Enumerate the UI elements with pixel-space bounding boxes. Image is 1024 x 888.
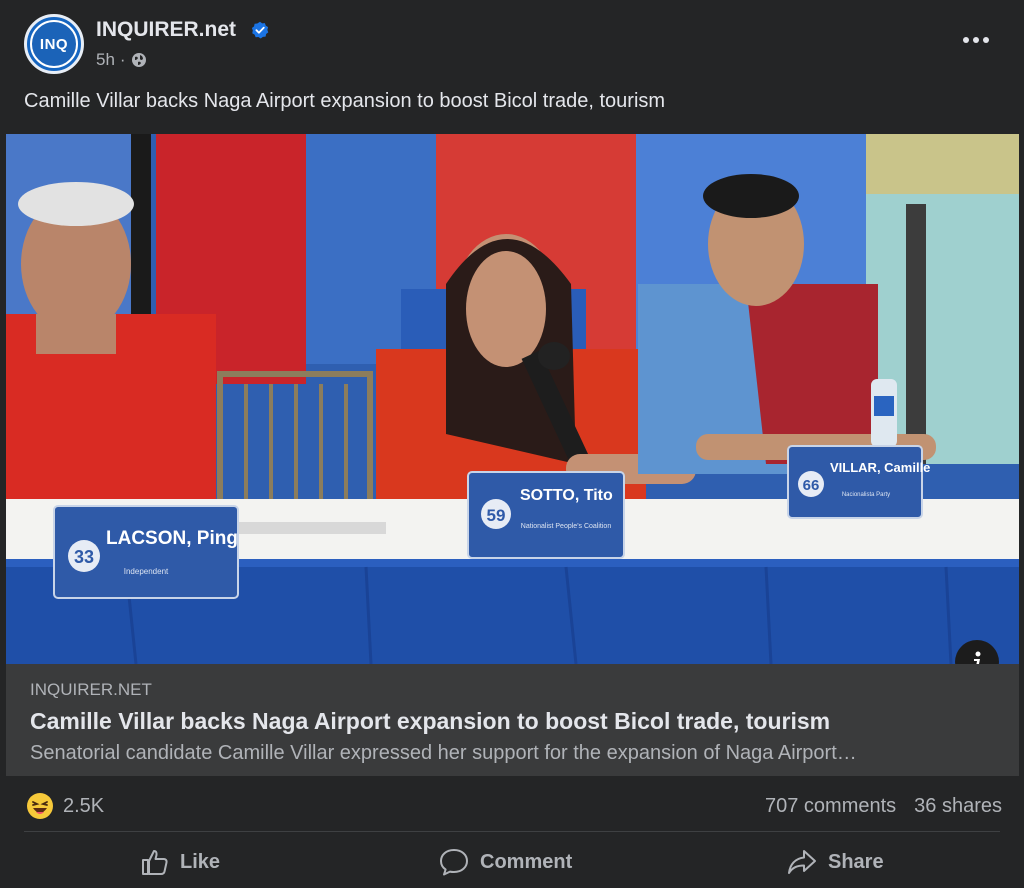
haha-reaction-icon[interactable] (26, 792, 54, 820)
placard-sotto: 59 SOTTO, Tito Nationalist People's Coal… (467, 471, 625, 559)
comments-count-link[interactable]: 707 comments (765, 795, 896, 818)
page-name-link[interactable]: INQUIRER.net (96, 18, 236, 42)
globe-icon (131, 53, 146, 67)
verified-icon (251, 21, 269, 39)
actions-divider (24, 831, 1000, 832)
share-icon (788, 850, 816, 874)
link-preview-card[interactable]: INQUIRER.NET Camille Villar backs Naga A… (6, 664, 1019, 776)
link-domain: INQUIRER.NET (30, 680, 152, 699)
placard-name: LACSON, Ping (106, 528, 238, 549)
placard-party: Nacionalista Party (842, 492, 890, 498)
feed-post: INQ INQUIRER.net 5h · Camille Villar bac… (0, 0, 1024, 888)
placard-name: SOTTO, Tito (520, 487, 613, 504)
reaction-count[interactable]: 2.5K (63, 795, 104, 818)
like-icon (142, 850, 168, 875)
placard-party: Independent (124, 567, 169, 576)
post-timestamp[interactable]: 5h (96, 50, 115, 70)
post-image[interactable]: 33 LACSON, Ping Independent 59 SOTTO, Ti… (6, 134, 1019, 664)
like-button[interactable]: Like (140, 840, 220, 884)
like-label: Like (180, 850, 221, 873)
share-label: Share (828, 850, 884, 873)
shares-count-link[interactable]: 36 shares (914, 795, 1002, 818)
page-avatar[interactable]: INQ (24, 14, 84, 74)
share-button[interactable]: Share (786, 840, 884, 884)
more-icon-dot (963, 37, 969, 43)
post-meta: 5h · (96, 50, 147, 70)
more-icon-dot (983, 37, 989, 43)
comment-icon (440, 849, 468, 876)
placard-number: 59 (487, 506, 506, 525)
link-description: Senatorial candidate Camille Villar expr… (30, 742, 857, 764)
placard-lacson: 33 LACSON, Ping Independent (53, 505, 239, 599)
meta-separator: · (119, 50, 126, 69)
placard-name: VILLAR, Camille (830, 460, 930, 475)
more-options-button[interactable] (960, 28, 992, 52)
press-conference-photo: 33 LACSON, Ping Independent 59 SOTTO, Ti… (6, 134, 1019, 664)
comment-label: Comment (480, 850, 573, 873)
placard-number: 33 (74, 547, 94, 567)
avatar-logo-text: INQ (30, 20, 78, 68)
post-caption: Camille Villar backs Naga Airport expans… (24, 90, 666, 112)
link-title: Camille Villar backs Naga Airport expans… (30, 708, 831, 734)
placard-party: Nationalist People's Coalition (521, 523, 612, 530)
engagement-stats: 707 comments 36 shares (765, 795, 1002, 818)
comment-button[interactable]: Comment (438, 840, 572, 884)
more-icon-dot (973, 37, 979, 43)
placard-villar: 66 VILLAR, Camille Nacionalista Party (787, 445, 930, 519)
placard-number: 66 (803, 477, 820, 494)
